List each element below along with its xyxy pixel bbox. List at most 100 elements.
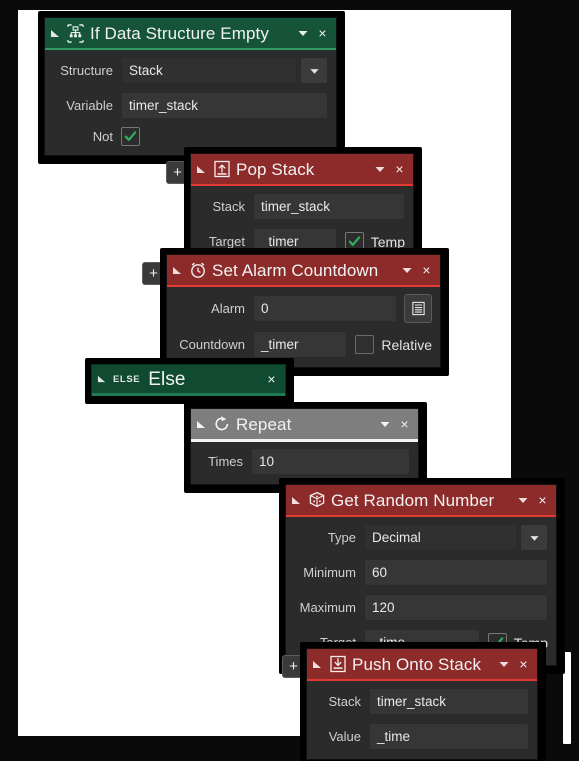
field-label: Not xyxy=(92,129,113,144)
field-label: Stack xyxy=(328,694,361,709)
field-row-type[interactable]: Type Decimal xyxy=(294,524,548,551)
block-set-alarm-countdown[interactable]: Set Alarm Countdown × Alarm 0 Countdown … xyxy=(160,248,449,376)
block-title: Get Random Number xyxy=(331,490,495,510)
block-title: Push Onto Stack xyxy=(352,654,482,674)
block-title: If Data Structure Empty xyxy=(90,23,269,43)
block-push-onto-stack[interactable]: Push Onto Stack × Stack timer_stack Valu… xyxy=(300,642,546,761)
block-title: Pop Stack xyxy=(236,159,315,179)
data-structure-icon xyxy=(66,23,85,43)
collapse-arrow-icon[interactable] xyxy=(196,419,207,430)
block-fields: Stack timer_stack Value _time xyxy=(307,681,537,759)
field-row-alarm[interactable]: Alarm 0 xyxy=(175,294,432,323)
chevron-down-icon[interactable] xyxy=(516,493,530,507)
dice-icon xyxy=(307,491,326,510)
field-row-maximum[interactable]: Maximum 120 xyxy=(294,594,548,621)
block-header[interactable]: ELSE Else × xyxy=(92,365,285,393)
block-header[interactable]: If Data Structure Empty × xyxy=(45,18,336,48)
collapse-arrow-icon[interactable] xyxy=(172,265,183,276)
times-input[interactable]: 10 xyxy=(251,448,410,475)
list-menu-icon[interactable] xyxy=(404,294,432,323)
alarm-clock-icon xyxy=(188,261,207,280)
field-label: Type xyxy=(327,530,356,545)
block-if-data-structure-empty[interactable]: If Data Structure Empty × Structure Stac… xyxy=(38,11,345,164)
block-body: Set Alarm Countdown × Alarm 0 Countdown … xyxy=(166,254,441,368)
maximum-input[interactable]: 120 xyxy=(364,594,548,621)
chevron-down-icon[interactable] xyxy=(520,524,548,551)
field-label: Minimum xyxy=(303,565,356,580)
field-label: Times xyxy=(208,454,243,469)
collapse-arrow-icon[interactable] xyxy=(291,495,302,506)
block-fields: Alarm 0 Countdown _timer Relative xyxy=(167,287,440,367)
else-tag-icon: ELSE xyxy=(113,373,141,385)
field-row-value[interactable]: Value _time xyxy=(315,723,529,750)
collapse-arrow-icon[interactable] xyxy=(50,28,61,39)
field-row-variable[interactable]: Variable timer_stack xyxy=(53,92,328,119)
stack-input[interactable]: timer_stack xyxy=(369,688,529,715)
plus-label: + xyxy=(289,658,298,675)
collapse-arrow-icon[interactable] xyxy=(97,374,108,385)
relative-checkbox-group[interactable]: Relative xyxy=(355,335,432,354)
chevron-down-icon[interactable] xyxy=(373,162,387,176)
block-header[interactable]: Set Alarm Countdown × xyxy=(167,255,440,285)
block-title: Repeat xyxy=(236,414,292,434)
variable-input[interactable]: timer_stack xyxy=(121,92,328,119)
block-body: ELSE Else × xyxy=(91,364,286,396)
block-title: Else xyxy=(148,369,186,389)
chevron-down-icon[interactable] xyxy=(300,57,328,84)
field-label: Target xyxy=(208,234,245,249)
repeat-icon xyxy=(212,415,231,434)
relative-checkbox[interactable] xyxy=(355,335,375,354)
pop-stack-icon xyxy=(212,160,231,179)
countdown-input[interactable]: _timer xyxy=(253,331,348,358)
collapse-arrow-icon[interactable] xyxy=(312,659,323,670)
close-icon[interactable]: × xyxy=(535,493,550,507)
field-row-stack[interactable]: Stack timer_stack xyxy=(199,193,405,220)
chevron-down-icon[interactable] xyxy=(378,417,392,431)
value-input[interactable]: _time xyxy=(369,723,529,750)
field-row-countdown[interactable]: Countdown _timer Relative xyxy=(175,331,432,358)
field-label: Alarm xyxy=(211,301,245,316)
field-label: Maximum xyxy=(299,600,356,615)
stack-input[interactable]: timer_stack xyxy=(253,193,405,220)
block-header[interactable]: Pop Stack × xyxy=(191,154,413,184)
plus-label: + xyxy=(173,164,182,181)
block-repeat[interactable]: Repeat × Times 10 xyxy=(184,402,427,493)
chevron-down-icon[interactable] xyxy=(296,26,310,40)
field-row-structure[interactable]: Structure Stack xyxy=(53,57,328,84)
field-row-times[interactable]: Times 10 xyxy=(199,448,410,475)
close-icon[interactable]: × xyxy=(516,657,531,671)
structure-select-value[interactable]: Stack xyxy=(121,57,297,84)
minimum-input[interactable]: 60 xyxy=(364,559,548,586)
not-checkbox[interactable] xyxy=(121,127,140,146)
field-row-minimum[interactable]: Minimum 60 xyxy=(294,559,548,586)
field-label: Value xyxy=(328,729,361,744)
alarm-input[interactable]: 0 xyxy=(253,295,397,322)
block-else[interactable]: ELSE Else × xyxy=(85,358,294,404)
block-fields: Structure Stack Variable timer_stack Not xyxy=(45,50,336,155)
block-header[interactable]: Push Onto Stack × xyxy=(307,649,537,679)
block-header[interactable]: Get Random Number × xyxy=(286,485,556,515)
close-icon[interactable]: × xyxy=(315,26,330,40)
close-icon[interactable]: × xyxy=(397,417,412,431)
collapse-arrow-icon[interactable] xyxy=(196,164,207,175)
field-row-stack[interactable]: Stack timer_stack xyxy=(315,688,529,715)
action-editor-canvas[interactable]: If Data Structure Empty × Structure Stac… xyxy=(0,0,579,761)
block-body: If Data Structure Empty × Structure Stac… xyxy=(44,17,337,156)
chevron-down-icon[interactable] xyxy=(497,657,511,671)
block-get-random-number[interactable]: Get Random Number × Type Decimal Minimum xyxy=(279,478,565,674)
close-icon[interactable]: × xyxy=(264,372,279,386)
field-label: Variable xyxy=(66,98,113,113)
field-label: Countdown xyxy=(179,337,245,352)
close-icon[interactable]: × xyxy=(392,162,407,176)
header-underline xyxy=(92,393,285,396)
block-header[interactable]: Repeat × xyxy=(191,409,418,439)
type-select-value[interactable]: Decimal xyxy=(364,524,517,551)
block-body: Repeat × Times 10 xyxy=(190,408,419,485)
field-label: Stack xyxy=(212,199,245,214)
plus-label: + xyxy=(149,265,158,282)
close-icon[interactable]: × xyxy=(419,263,434,277)
block-title: Set Alarm Countdown xyxy=(212,260,379,280)
field-row-not[interactable]: Not xyxy=(53,127,328,146)
relative-label: Relative xyxy=(381,336,432,353)
chevron-down-icon[interactable] xyxy=(400,263,414,277)
